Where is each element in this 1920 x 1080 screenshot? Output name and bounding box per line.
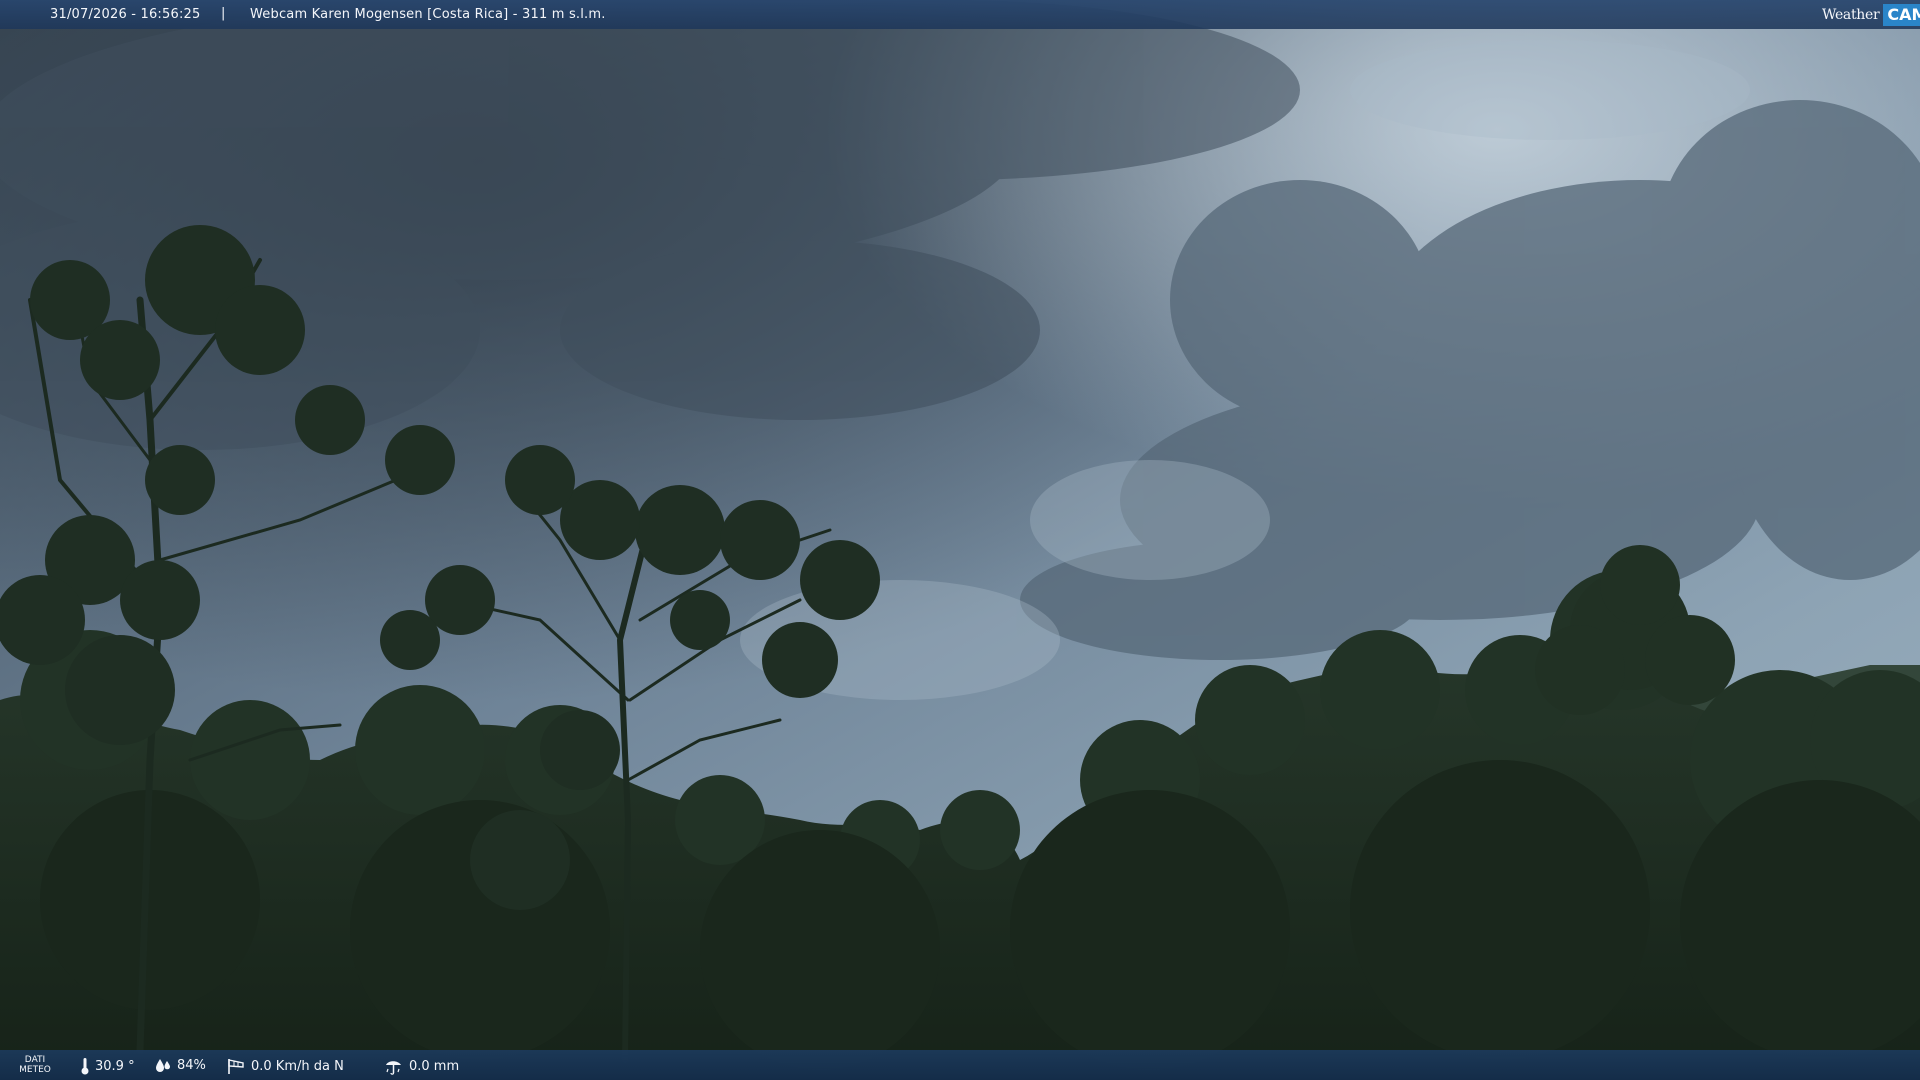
logo-cam-text: CAM bbox=[1883, 3, 1920, 26]
temperature-value: 30.9 ° bbox=[95, 1058, 135, 1074]
wind-value: 0.0 Km/h da N bbox=[251, 1058, 344, 1074]
separator: | bbox=[221, 6, 226, 21]
webcam-title: Webcam Karen Mogensen [Costa Rica] - 311… bbox=[250, 7, 606, 22]
top-info-bar: 31/07/2026 - 16:56:25 | Webcam Karen Mog… bbox=[0, 0, 1920, 29]
weather-data-bar: DATI METEO 30.9 ° 84% 0.0 Km/h da N 0.0 … bbox=[0, 1050, 1920, 1080]
logo-weather-text: Weather bbox=[1822, 6, 1880, 23]
humidity-value: 84% bbox=[177, 1057, 206, 1073]
humidity-readout: 84% bbox=[154, 1057, 206, 1073]
webcam-image bbox=[0, 0, 1920, 1080]
temperature-readout: 30.9 ° bbox=[80, 1057, 135, 1075]
weathercam-logo: Weather CAM bbox=[1818, 0, 1920, 29]
rain-gauge-icon bbox=[386, 1061, 401, 1075]
rain-value: 0.0 mm bbox=[409, 1058, 460, 1074]
rain-readout: 0.0 mm bbox=[384, 1057, 459, 1075]
datetime-label: 31/07/2026 - 16:56:25 bbox=[50, 7, 201, 22]
webcam-frame: 31/07/2026 - 16:56:25 | Webcam Karen Mog… bbox=[0, 0, 1920, 1080]
wind-readout: 0.0 Km/h da N bbox=[226, 1057, 344, 1075]
windsock-icon bbox=[228, 1059, 244, 1074]
thermometer-icon bbox=[81, 1058, 89, 1075]
drops-icon bbox=[156, 1059, 170, 1072]
weather-data-label: DATI METEO bbox=[19, 1055, 51, 1075]
